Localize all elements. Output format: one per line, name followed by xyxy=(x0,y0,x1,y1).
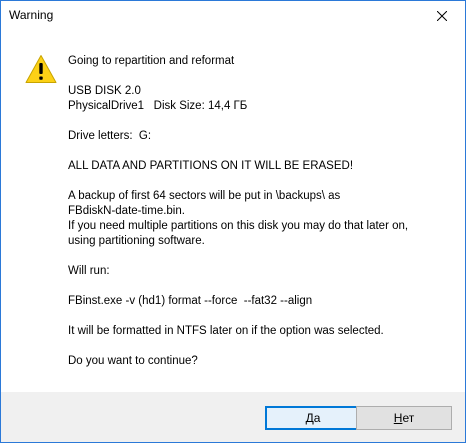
message-line: Drive letters: G: xyxy=(68,130,152,142)
no-button[interactable]: Нет xyxy=(356,406,452,430)
warning-dialog: Warning Going to repartition and reforma… xyxy=(0,0,466,443)
close-icon xyxy=(437,11,447,21)
message-line: Going to repartition and reformat xyxy=(68,55,235,67)
yes-button-accelerator: Д xyxy=(305,411,314,425)
message-line: FBdiskN-date-time.bin. xyxy=(68,205,185,217)
message-line: using partitioning software. xyxy=(68,235,205,247)
title-bar[interactable]: Warning xyxy=(1,1,465,31)
dialog-content: Going to repartition and reformat USB DIS… xyxy=(1,31,465,392)
message-line: ALL DATA AND PARTITIONS ON IT WILL BE ER… xyxy=(68,160,354,172)
message-line: USB DISK 2.0 xyxy=(68,85,141,97)
message-line: Will run: xyxy=(68,265,110,277)
message-line: If you need multiple partitions on this … xyxy=(68,220,409,232)
yes-button[interactable]: Да xyxy=(265,406,361,430)
message-line: PhysicalDrive1 Disk Size: 14,4 ГБ xyxy=(68,100,248,112)
message-text: Going to repartition and reformat USB DIS… xyxy=(68,54,458,369)
warning-icon xyxy=(25,54,57,84)
yes-button-label: а xyxy=(313,411,321,425)
no-button-label: ет xyxy=(402,411,415,425)
close-button[interactable] xyxy=(419,1,465,31)
message-line: It will be formatted in NTFS later on if… xyxy=(68,325,384,337)
no-button-accelerator: Н xyxy=(393,411,403,425)
window-title: Warning xyxy=(9,8,54,22)
message-line: Do you want to continue? xyxy=(68,355,198,367)
button-bar: Да Нет xyxy=(1,392,465,442)
message-line: FBinst.exe -v (hd1) format --force --fat… xyxy=(68,295,313,307)
message-line: A backup of first 64 sectors will be put… xyxy=(68,190,341,202)
